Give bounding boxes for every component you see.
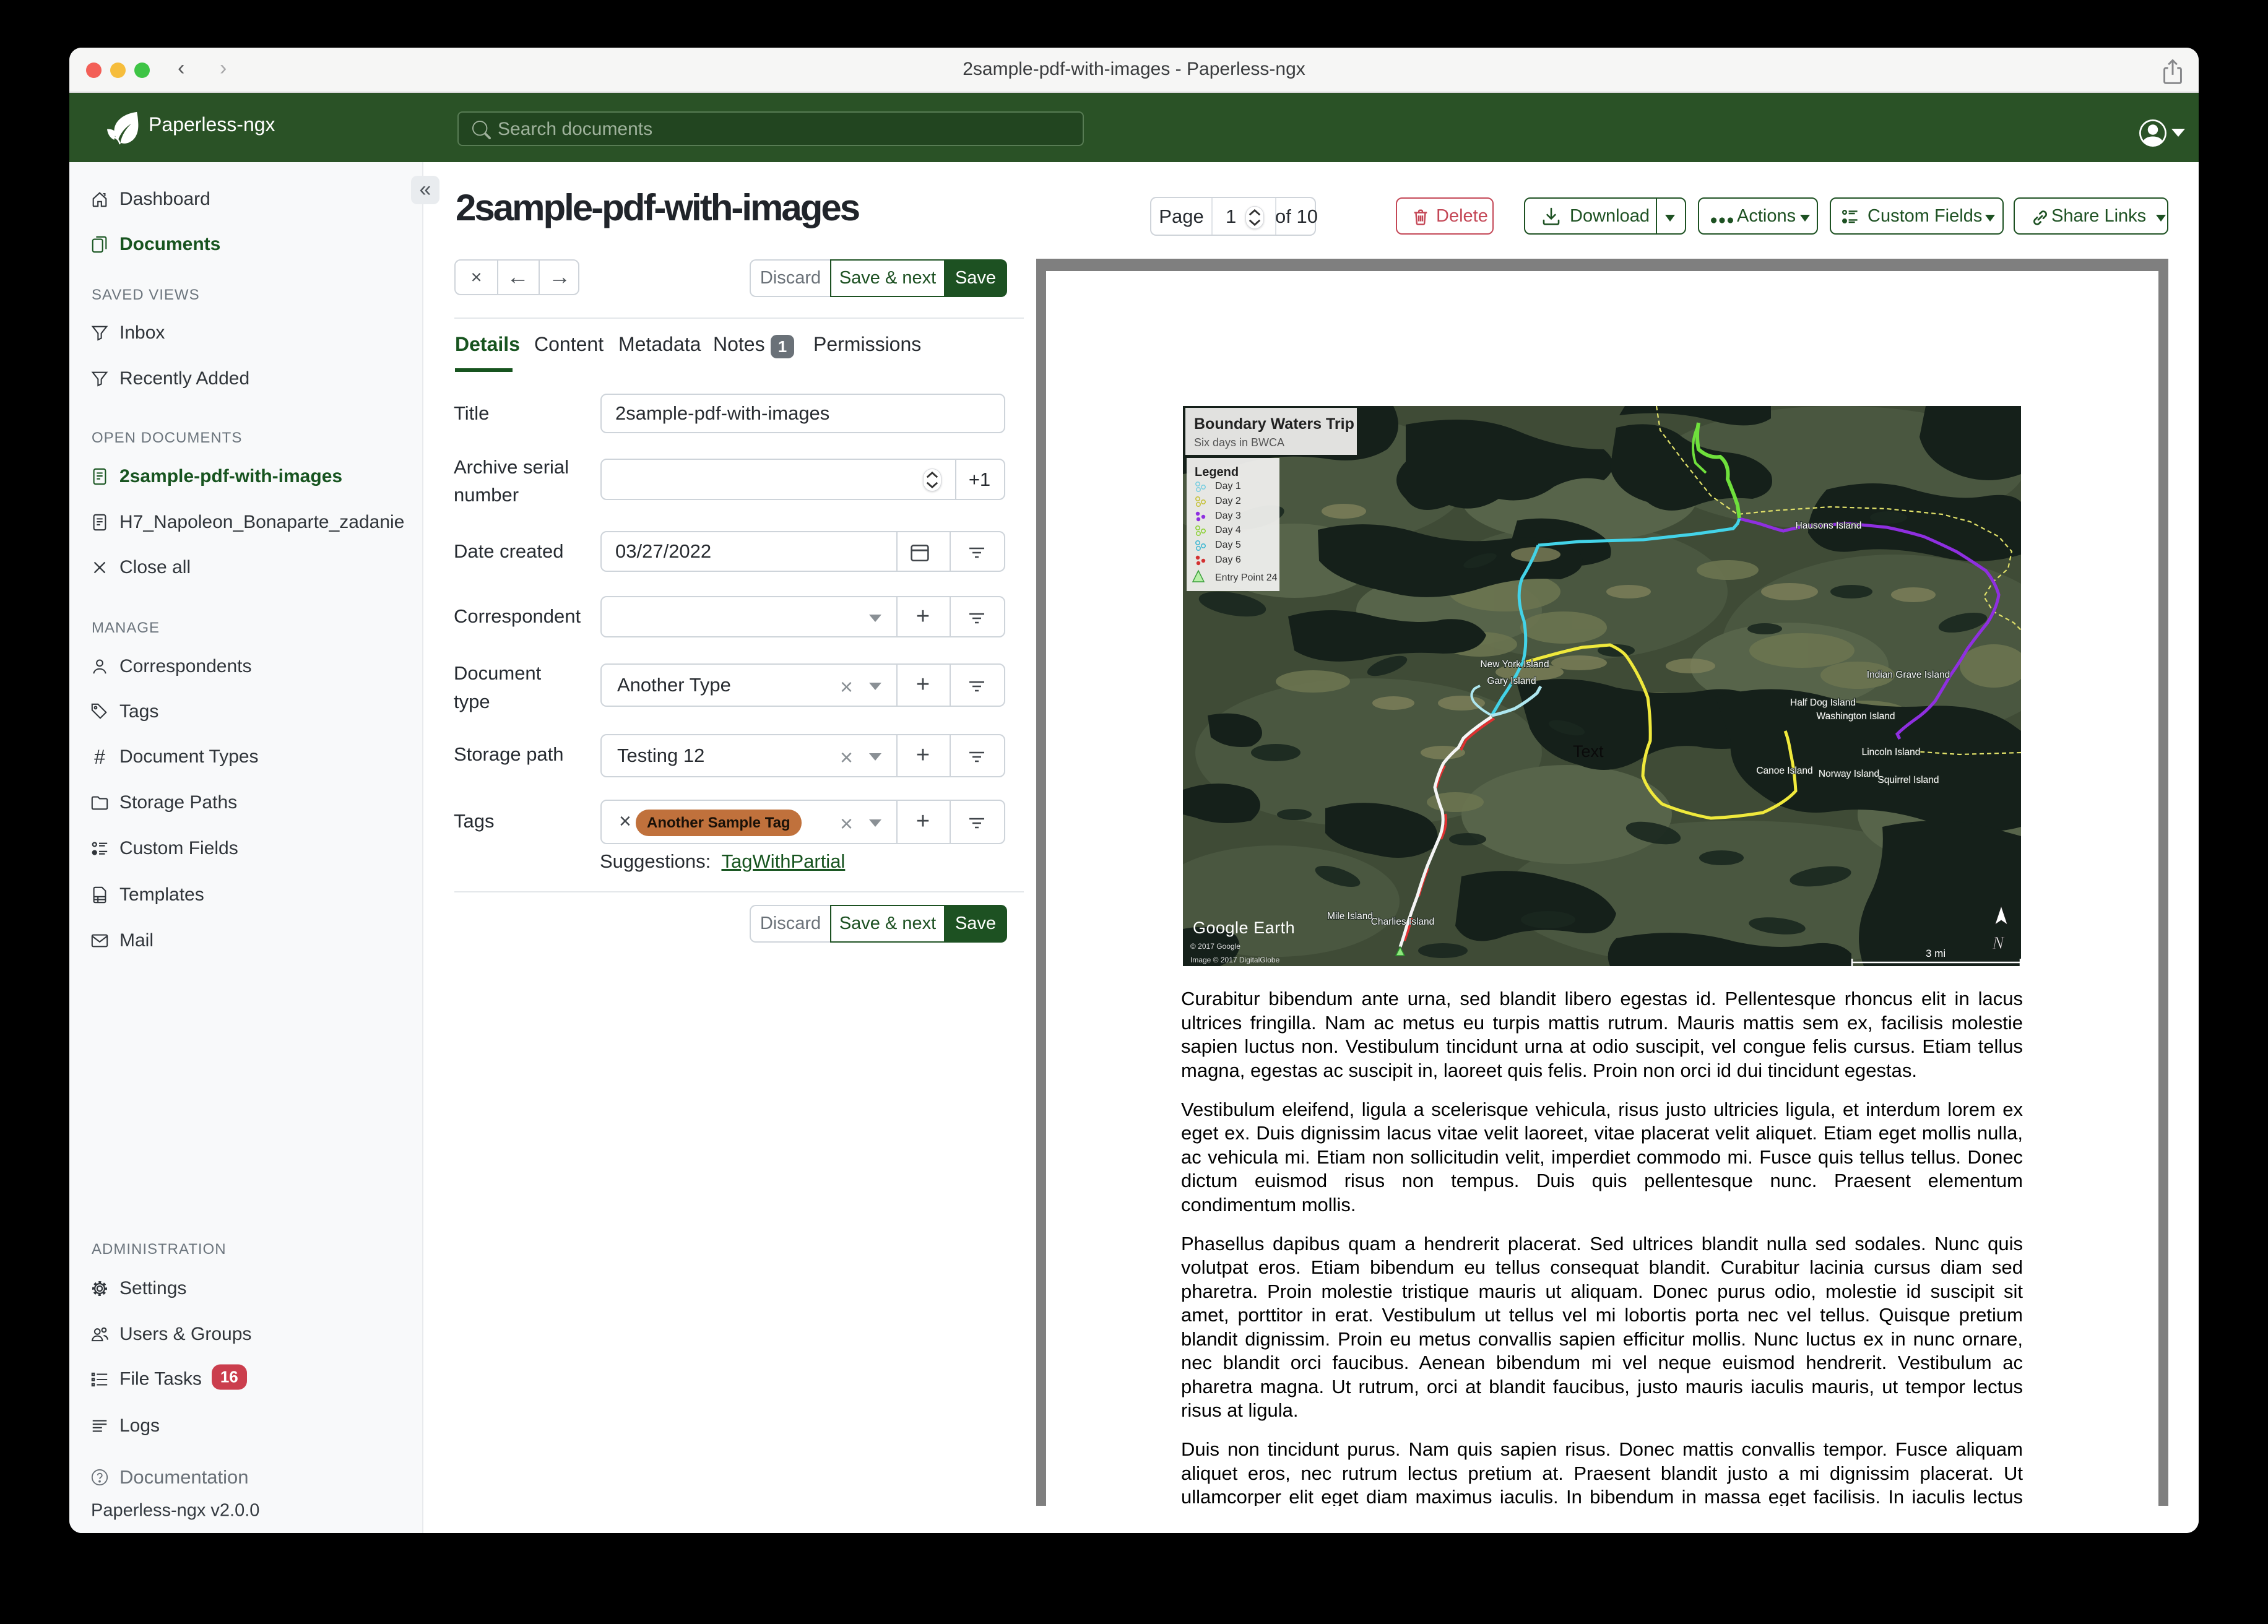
svg-text:Squirrel Island: Squirrel Island [1877,775,1939,785]
svg-text:N: N [1992,934,2005,953]
svg-text:Half Dog Island: Half Dog Island [1790,698,1856,708]
svg-text:Day 2: Day 2 [1215,496,1241,506]
svg-text:Indian Grave Island: Indian Grave Island [1867,670,1950,680]
svg-text:New York Island: New York Island [1480,659,1549,670]
svg-text:Text: Text [1573,742,1604,761]
svg-text:Mile Island: Mile Island [1327,911,1373,922]
svg-text:Day 6: Day 6 [1215,555,1241,565]
svg-text:Boundary Waters Trip: Boundary Waters Trip [1194,415,1354,433]
svg-text:Entry Point 24: Entry Point 24 [1215,572,1278,583]
svg-text:Lincoln Island: Lincoln Island [1862,747,1921,758]
svg-text:Day 5: Day 5 [1215,540,1241,550]
svg-text:Six days in BWCA: Six days in BWCA [1194,436,1284,449]
svg-text:Canoe Island: Canoe Island [1756,766,1812,776]
svg-text:Day 4: Day 4 [1215,525,1241,535]
svg-text:Day 3: Day 3 [1215,511,1241,521]
svg-text:Norway Island: Norway Island [1819,769,1879,779]
svg-text:Google Earth: Google Earth [1193,918,1295,937]
svg-text:Charlies Island: Charlies Island [1371,917,1435,927]
svg-text:Day 1: Day 1 [1215,481,1241,491]
svg-text:3 mi: 3 mi [1926,948,1946,959]
svg-text:Gary Island: Gary Island [1487,676,1536,686]
svg-text:Hausons Island: Hausons Island [1796,520,1862,531]
svg-text:Image © 2017 DigitalGlobe: Image © 2017 DigitalGlobe [1190,956,1280,964]
svg-text:Washington Island: Washington Island [1817,711,1895,722]
svg-text:© 2017 Google: © 2017 Google [1190,942,1240,951]
svg-text:Legend: Legend [1195,465,1239,479]
